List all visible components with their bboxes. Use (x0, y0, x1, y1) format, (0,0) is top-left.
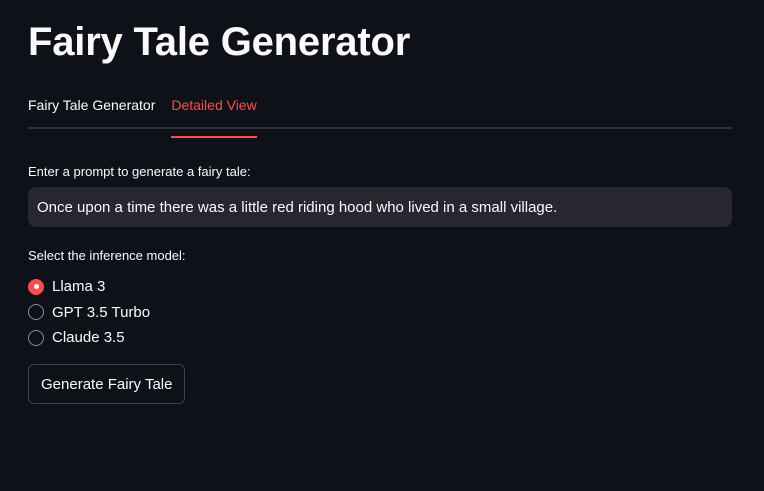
page-title: Fairy Tale Generator (28, 20, 411, 64)
model-radio-group: Llama 3 GPT 3.5 Turbo Claude 3.5 (28, 274, 150, 351)
generate-fairy-tale-button[interactable]: Generate Fairy Tale (28, 364, 186, 404)
radio-option-llama-3[interactable]: Llama 3 (28, 274, 150, 300)
radio-option-gpt-3-5-turbo[interactable]: GPT 3.5 Turbo (28, 300, 150, 326)
model-label: Select the inference model: (28, 248, 186, 263)
radio-label: Claude 3.5 (52, 329, 125, 347)
prompt-label: Enter a prompt to generate a fairy tale: (28, 164, 251, 179)
radio-option-claude-3-5[interactable]: Claude 3.5 (28, 325, 150, 351)
radio-unselected-icon[interactable] (28, 329, 44, 346)
radio-selected-icon[interactable] (28, 278, 44, 295)
radio-label: Llama 3 (52, 278, 106, 296)
radio-unselected-icon[interactable] (28, 304, 44, 321)
radio-label: GPT 3.5 Turbo (52, 303, 151, 321)
prompt-input[interactable] (28, 187, 732, 227)
tab-fairy-tale-generator[interactable]: Fairy Tale Generator (28, 92, 155, 127)
tab-detailed-view[interactable]: Detailed View (171, 92, 258, 138)
tab-bar: Fairy Tale Generator Detailed View (28, 92, 732, 138)
